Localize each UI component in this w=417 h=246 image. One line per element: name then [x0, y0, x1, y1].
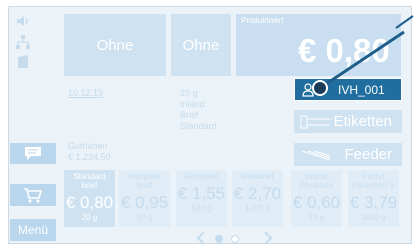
labels-button-label: Etiketten — [333, 113, 392, 130]
labels-button[interactable]: Etiketten — [294, 110, 402, 133]
product-price: € 3,79 — [349, 193, 398, 212]
network-icon[interactable] — [15, 34, 31, 50]
tile-middle-label: Ohne — [182, 36, 220, 54]
product-name: Standard brief — [73, 172, 106, 190]
product-tile[interactable]: Standard brief € 0,80 20 g — [64, 170, 115, 227]
credit-value: € 1.234,50 — [68, 152, 111, 162]
product-tile[interactable]: Maxibrief € 2,70 1000 g — [232, 170, 283, 227]
product-price: € 0,60 — [292, 193, 341, 212]
chevron-right-icon[interactable] — [263, 231, 273, 245]
product-tile[interactable]: Inland Postkarte € 0,60 15 g — [291, 170, 342, 227]
ink-cartridge-icon[interactable] — [16, 54, 30, 70]
message-icon — [25, 147, 41, 160]
page-indicator[interactable] — [231, 235, 239, 243]
product-value-label: Produktwert — [241, 16, 284, 25]
chevron-left-icon[interactable] — [196, 231, 206, 245]
speaker-icon[interactable] — [15, 14, 31, 28]
product-price: € 0,80 — [65, 193, 114, 212]
product-name: Großbrief — [184, 172, 219, 181]
messages-button[interactable] — [10, 143, 56, 164]
feeder-button-label: Feeder — [344, 146, 392, 163]
product-name: Kompakt brief — [128, 172, 161, 190]
product-name: Inland Postkarte — [299, 172, 334, 190]
product-weight: 20 g — [81, 213, 98, 222]
menu-button-label: Menü — [17, 223, 49, 237]
print-option-tile-left[interactable]: Ohne — [64, 14, 166, 76]
service-text: Standard — [180, 121, 217, 131]
tile-left-label: Ohne — [96, 36, 134, 54]
menu-button[interactable]: Menü — [10, 219, 56, 241]
franking-screen: Ohne Ohne Produktwert € 0,80 10.12.19 20… — [0, 0, 417, 246]
credit-info: Guthaben € 1.234,50 — [68, 141, 111, 163]
product-price: € 1,55 — [177, 184, 226, 203]
weight-text: 20 g — [180, 88, 198, 98]
product-tile[interactable]: Großbrief € 1,55 500 g — [176, 170, 227, 227]
product-weight: 1000 g — [245, 204, 270, 213]
product-tile[interactable]: Kompakt brief € 0,95 50 g — [119, 170, 170, 227]
product-price: € 2,70 — [233, 184, 282, 203]
shipment-info: 20 g Inland Brief Standard — [180, 88, 217, 132]
product-tile[interactable]: Inland Päckchen S € 3,79 2000 g — [348, 170, 399, 227]
page-indicator-active[interactable] — [215, 235, 223, 243]
product-weight: 15 g — [308, 213, 325, 222]
print-option-tile-middle[interactable]: Ohne — [171, 14, 231, 76]
feeder-button[interactable]: Feeder — [294, 143, 402, 166]
credit-label: Guthaben — [68, 141, 108, 151]
product-weight: 500 g — [191, 204, 212, 213]
product-weight: 2000 g — [361, 213, 386, 222]
pointer-pen-icon — [312, 15, 414, 96]
cart-button[interactable] — [10, 184, 56, 206]
type-text: Brief — [180, 110, 199, 120]
cart-icon — [24, 188, 43, 203]
product-name: Maxibrief — [241, 172, 274, 181]
label-icon — [300, 115, 330, 129]
product-weight: 50 g — [136, 213, 153, 222]
date-text[interactable]: 10.12.19 — [68, 88, 103, 98]
product-price: € 0,95 — [120, 193, 169, 212]
feeder-icon — [301, 150, 331, 161]
region-text: Inland — [180, 99, 205, 109]
product-name: Inland Päckchen S — [352, 172, 395, 190]
